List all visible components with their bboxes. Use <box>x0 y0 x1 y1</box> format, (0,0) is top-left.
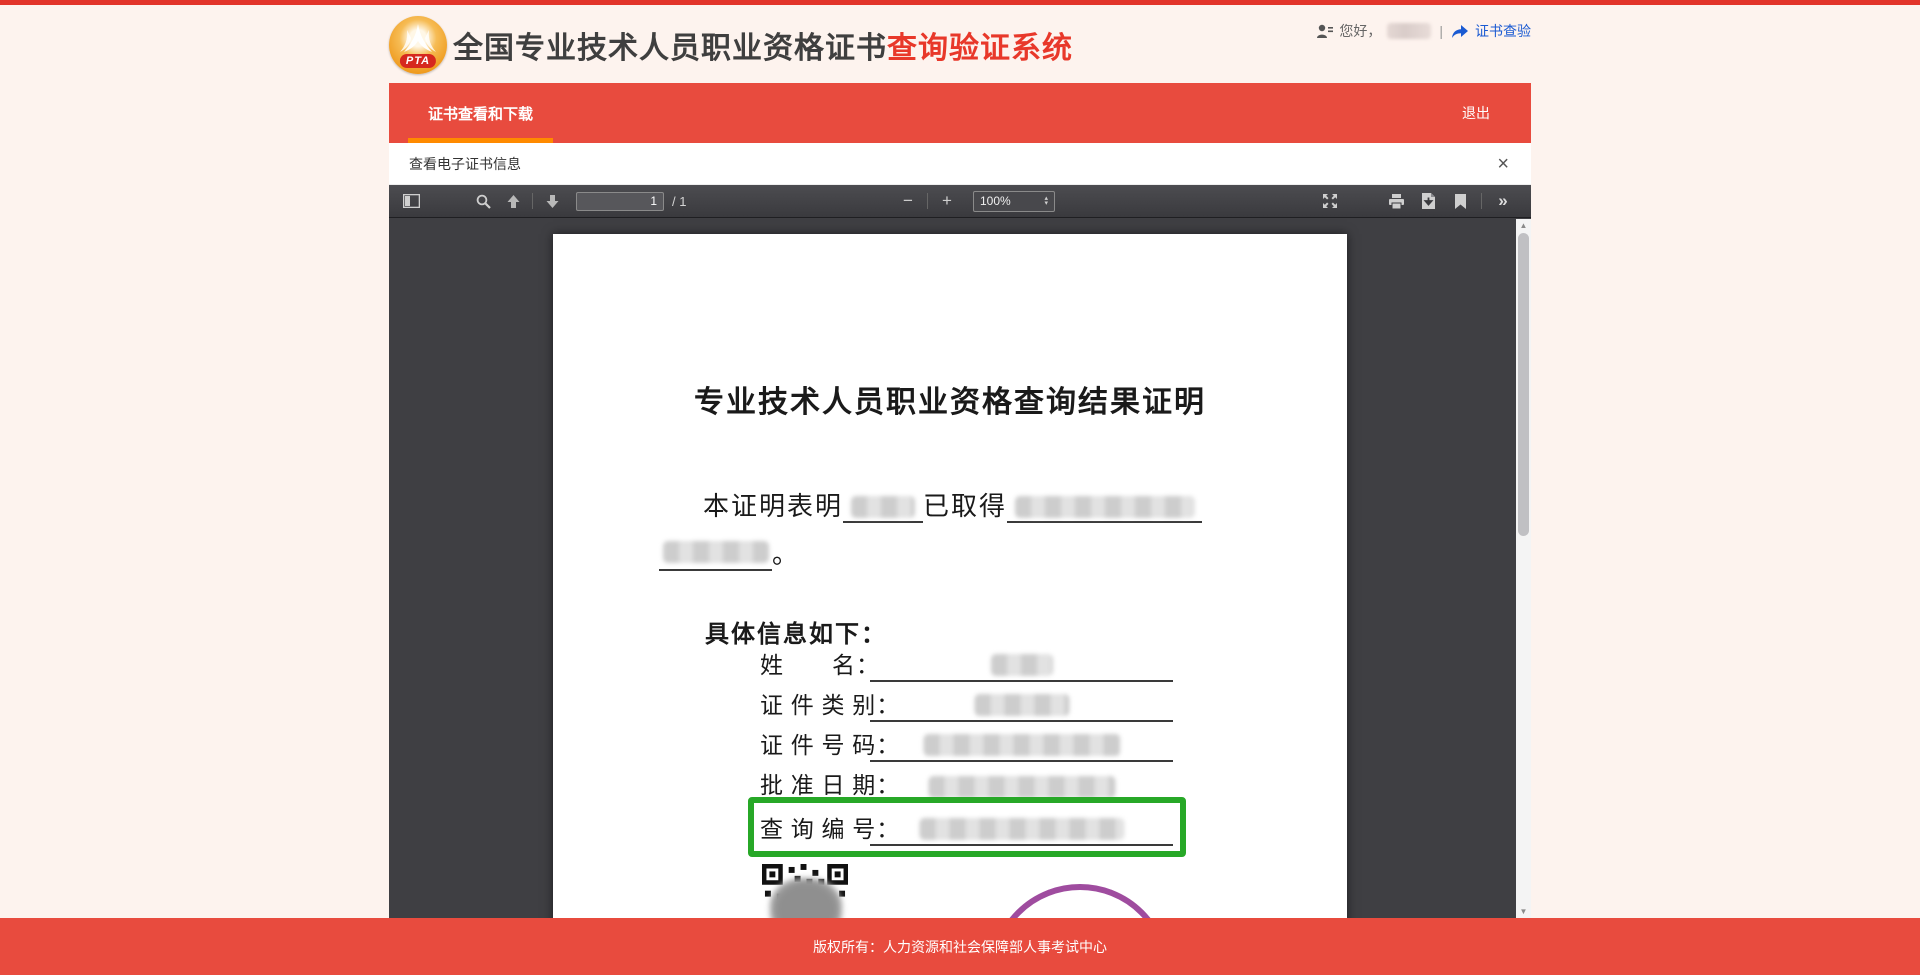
redacted-qualification-field <box>1007 489 1202 523</box>
intro-period: 。 <box>772 540 798 569</box>
print-button[interactable] <box>1382 189 1410 214</box>
field-underline <box>870 688 1173 722</box>
pdf-viewer: / 1 − + 100% ▴▾ <box>389 185 1531 918</box>
share-arrow-icon <box>1451 24 1469 39</box>
more-tools-button[interactable]: » <box>1489 189 1517 214</box>
site-footer: 版权所有：人力资源和社会保障部人事考试中心 <box>0 918 1920 975</box>
title-main: 全国专业技术人员职业资格证书 <box>453 32 887 65</box>
official-seal-circle <box>990 884 1170 918</box>
redacted-value <box>928 776 1115 798</box>
document-intro-line1: 本证明表明 已取得 <box>703 486 1303 523</box>
toolbar-separator <box>1481 193 1482 209</box>
sidebar-toggle-button[interactable] <box>397 189 425 214</box>
download-button[interactable] <box>1414 189 1442 214</box>
document-title: 专业技术人员职业资格查询结果证明 <box>553 377 1347 421</box>
field-label: 姓 名： <box>760 646 880 680</box>
user-icon <box>1316 23 1333 40</box>
copyright-text: 版权所有：人力资源和社会保障部人事考试中心 <box>813 937 1107 957</box>
scrollbar-thumb[interactable] <box>1518 233 1529 536</box>
zoom-level-select[interactable]: 100% ▴▾ <box>973 191 1055 212</box>
toolbar-right-group: » <box>1316 189 1517 214</box>
field-underline <box>870 648 1173 682</box>
field-row-name: 姓 名： <box>553 646 1347 686</box>
redacted-value <box>851 496 915 518</box>
previous-page-button[interactable] <box>499 189 527 214</box>
pdf-page: 专业技术人员职业资格查询结果证明 本证明表明 已取得 。 具体信息如下： 姓 名：… <box>553 234 1347 918</box>
user-bar: 您好， | 证书查验 <box>1316 19 1531 43</box>
toolbar-zoom-group: − + 100% ▴▾ <box>894 189 1055 214</box>
bookmark-button[interactable] <box>1446 189 1474 214</box>
toolbar-separator <box>532 193 533 209</box>
main-navbar: 证书查看和下载 退出 <box>389 83 1531 143</box>
vertical-scrollbar[interactable]: ▲ ▼ <box>1516 219 1531 918</box>
redacted-value <box>974 694 1069 716</box>
redacted-value <box>923 734 1120 756</box>
details-heading: 具体信息如下： <box>705 614 887 649</box>
logo-text: PTA <box>400 54 436 68</box>
brand: PTA 全国专业技术人员职业资格证书查询验证系统 <box>389 11 1073 79</box>
scroll-up-arrow-icon[interactable]: ▲ <box>1516 219 1531 232</box>
scroll-down-arrow-icon[interactable]: ▼ <box>1516 905 1531 918</box>
presentation-mode-button[interactable] <box>1316 189 1344 214</box>
intro-prefix: 本证明表明 <box>703 492 843 521</box>
tab-cert-view-download[interactable]: 证书查看和下载 <box>408 83 553 143</box>
tab-label: 证书查看和下载 <box>428 103 533 124</box>
field-row-id-number: 证 件 号 码： <box>553 726 1347 766</box>
search-button[interactable] <box>469 189 497 214</box>
panel-header: 查看电子证书信息 × <box>389 143 1531 185</box>
title-accent: 查询验证系统 <box>887 32 1073 65</box>
page-title: 全国专业技术人员职业资格证书查询验证系统 <box>453 23 1073 67</box>
field-underline <box>870 728 1173 762</box>
next-page-button[interactable] <box>538 189 566 214</box>
pta-logo: PTA <box>389 16 447 74</box>
page-number-input[interactable] <box>576 192 664 211</box>
intro-middle: 已取得 <box>923 492 1007 521</box>
zoom-in-button[interactable]: + <box>933 189 961 214</box>
zoom-level-value: 100% <box>980 194 1011 208</box>
redacted-value <box>991 654 1053 676</box>
separator: | <box>1439 23 1443 39</box>
redacted-qualification-continued <box>659 537 772 571</box>
cert-verify-link[interactable]: 证书查验 <box>1475 21 1531 41</box>
document-intro-line2: 。 <box>659 534 798 571</box>
pdf-toolbar: / 1 − + 100% ▴▾ <box>389 185 1531 218</box>
site-header: PTA 全国专业技术人员职业资格证书查询验证系统 您好， | 证书查验 <box>0 5 1920 83</box>
redacted-value <box>1015 496 1195 518</box>
close-icon[interactable]: × <box>1497 154 1509 174</box>
greeting-label: 您好， <box>1339 21 1381 41</box>
panel-title: 查看电子证书信息 <box>409 154 521 174</box>
pdf-viewport[interactable]: 专业技术人员职业资格查询结果证明 本证明表明 已取得 。 具体信息如下： 姓 名：… <box>389 219 1516 918</box>
zoom-out-button[interactable]: − <box>894 189 922 214</box>
redacted-name-field <box>843 489 923 523</box>
qr-code <box>762 864 848 918</box>
select-arrows-icon: ▴▾ <box>1044 196 1048 206</box>
redacted-value <box>663 541 769 563</box>
page-count-label: / 1 <box>672 194 686 209</box>
logout-button[interactable]: 退出 <box>1442 83 1531 143</box>
query-number-highlight-box <box>748 797 1186 857</box>
toolbar-left-group: / 1 <box>397 189 686 214</box>
user-name-redacted <box>1387 23 1431 39</box>
toolbar-separator <box>927 193 928 209</box>
field-row-id-type: 证 件 类 别： <box>553 686 1347 726</box>
